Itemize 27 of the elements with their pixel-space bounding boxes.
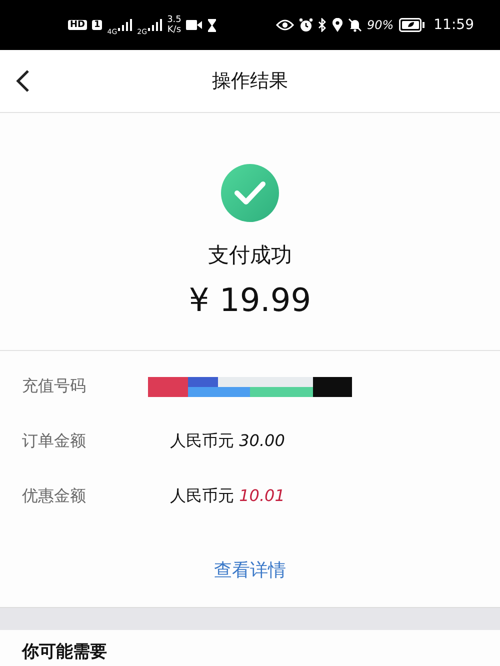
success-check-icon xyxy=(220,163,280,223)
alarm-icon xyxy=(298,18,313,32)
clock-time: 11:59 xyxy=(434,17,474,33)
bluetooth-icon xyxy=(318,18,327,32)
payment-status: 支付成功 xyxy=(208,242,292,269)
video-camera-icon xyxy=(186,20,202,30)
muted-bell-icon xyxy=(348,18,362,32)
detail-label: 优惠金额 xyxy=(22,486,87,507)
back-icon[interactable] xyxy=(16,69,30,93)
detail-value: 人民币元 30.00 xyxy=(170,431,285,452)
page-title: 操作结果 xyxy=(212,69,288,94)
signal-icon xyxy=(148,19,162,31)
detail-label: 订单金额 xyxy=(22,431,87,452)
eye-icon xyxy=(276,19,294,31)
detail-label: 充值号码 xyxy=(22,376,87,397)
network-speed: 3.5 K/s xyxy=(167,15,182,35)
battery-icon xyxy=(398,18,425,32)
signal-icon xyxy=(118,19,132,31)
payment-amount: ¥ 19.99 xyxy=(188,281,312,319)
hourglass-icon xyxy=(207,18,218,32)
section-title: 你可能需要 xyxy=(22,642,107,662)
detail-value: 人民币元 10.01 xyxy=(170,486,285,507)
location-icon xyxy=(332,18,343,32)
hd-badge: HD xyxy=(68,20,88,30)
sim-badge: 1 xyxy=(92,20,102,30)
battery-percentage: 90% xyxy=(366,18,394,32)
view-details-link[interactable]: 查看详情 xyxy=(214,558,286,582)
